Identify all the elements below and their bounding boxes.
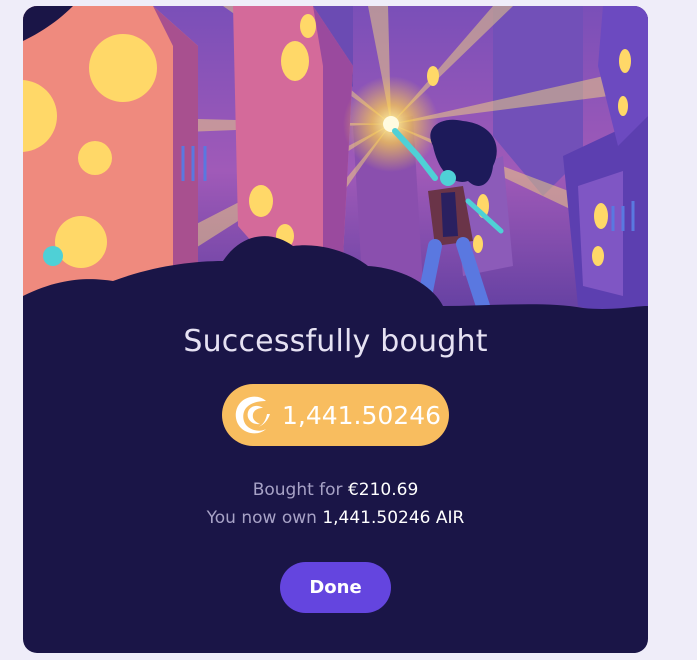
- air-token-icon: [235, 396, 270, 434]
- owned-balance-label: You now own: [206, 508, 317, 528]
- purchase-success-dialog: Successfully bought 1,441.50246 Bought f…: [23, 6, 648, 653]
- purchased-amount: 1,441.50246: [281, 400, 442, 430]
- bought-for-label: Bought for: [252, 480, 343, 500]
- bought-for-line: Bought for €210.69: [23, 480, 648, 500]
- owned-balance-value: 1,441.50246 AIR: [322, 508, 465, 528]
- owned-balance-line: You now own 1,441.50246 AIR: [23, 508, 648, 528]
- done-button[interactable]: Done: [280, 562, 391, 613]
- celebration-illustration: [23, 6, 648, 336]
- bought-for-value: €210.69: [347, 480, 419, 500]
- amount-badge: 1,441.50246: [222, 384, 449, 446]
- success-title: Successfully bought: [183, 324, 488, 359]
